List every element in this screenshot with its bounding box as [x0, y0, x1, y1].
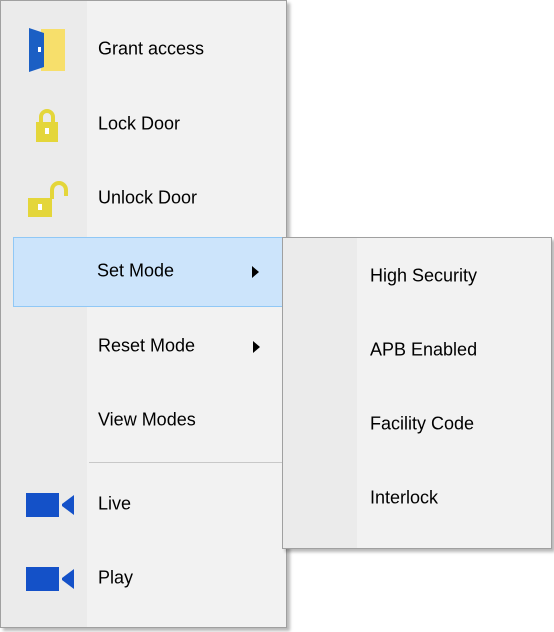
menu-item-label: View Modes — [98, 409, 196, 430]
video-camera-icon — [26, 567, 74, 591]
menu-separator — [89, 462, 282, 463]
submenu-item-label: High Security — [370, 265, 478, 286]
submenu-item-high-security[interactable]: High Security — [283, 240, 551, 314]
menu-item-label: Play — [98, 567, 134, 588]
submenu-item-interlock[interactable]: Interlock — [283, 462, 551, 536]
submenu-item-label: APB Enabled — [370, 339, 478, 360]
menu-item-set-mode[interactable]: Set Mode — [13, 237, 286, 307]
menu-item-grant-access[interactable]: Grant access — [3, 15, 284, 85]
menu-item-label: Reset Mode — [98, 335, 196, 356]
menu-item-live[interactable]: Live — [3, 469, 284, 541]
video-camera-icon — [26, 493, 74, 517]
set-mode-submenu: High Security APB Enabled Facility Code … — [282, 237, 552, 549]
menu-item-label: Live — [98, 493, 132, 514]
submenu-arrow-icon — [252, 266, 259, 278]
submenu-arrow-icon — [253, 341, 260, 353]
menu-item-label: Grant access — [98, 38, 205, 59]
submenu-item-facility-code[interactable]: Facility Code — [283, 388, 551, 462]
lock-closed-icon — [36, 109, 58, 142]
context-menu: Grant access Lock Door Unlock Door Set M… — [0, 0, 287, 628]
lock-open-icon — [28, 181, 68, 217]
menu-item-lock-door[interactable]: Lock Door — [3, 89, 284, 161]
menu-item-reset-mode[interactable]: Reset Mode — [3, 311, 284, 383]
menu-item-label: Unlock Door — [98, 187, 198, 208]
menu-item-label: Lock Door — [98, 113, 181, 134]
door-open-icon — [29, 28, 65, 72]
submenu-item-label: Interlock — [370, 487, 439, 508]
menu-item-unlock-door[interactable]: Unlock Door — [3, 163, 284, 235]
menu-item-play[interactable]: Play — [3, 543, 284, 615]
menu-item-label: Set Mode — [97, 260, 175, 281]
submenu-item-apb-enabled[interactable]: APB Enabled — [283, 314, 551, 388]
menu-item-view-modes[interactable]: View Modes — [3, 385, 284, 457]
submenu-item-label: Facility Code — [370, 413, 475, 434]
